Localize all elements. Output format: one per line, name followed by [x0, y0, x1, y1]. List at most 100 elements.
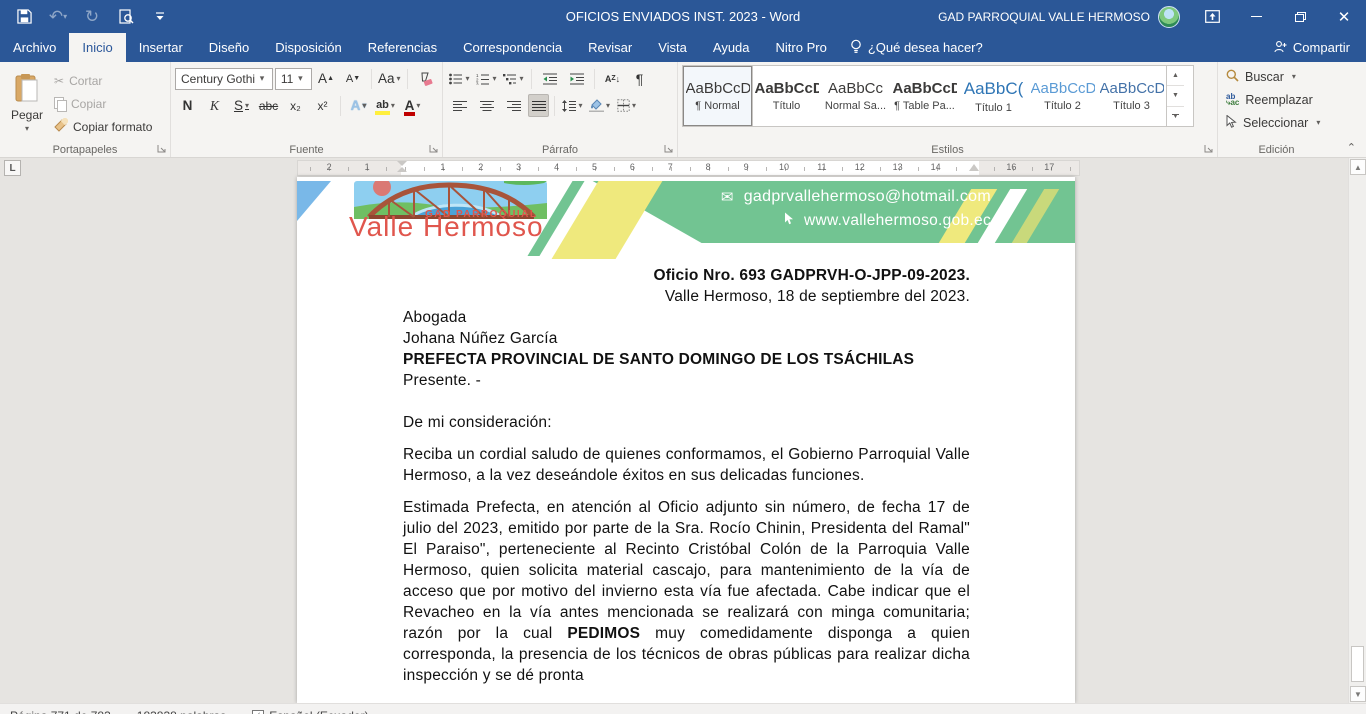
style-titulo[interactable]: AaBbCcD Título	[752, 66, 821, 126]
scroll-down-icon[interactable]: ▼	[1350, 686, 1366, 702]
tab-ayuda[interactable]: Ayuda	[700, 33, 763, 62]
styles-more-icon[interactable]: ▼	[1167, 106, 1184, 126]
minimize-button[interactable]	[1234, 0, 1278, 33]
style-normal[interactable]: AaBbCcD ¶ Normal	[683, 66, 752, 126]
align-center-icon[interactable]	[474, 94, 499, 117]
style-titulo-3[interactable]: AaBbCcD Título 3	[1097, 66, 1166, 126]
banner-website-row: www.vallehermoso.gob.ec	[784, 212, 991, 230]
print-preview-icon[interactable]	[116, 7, 136, 27]
justify-icon[interactable]	[528, 94, 549, 117]
indent-marker-left[interactable]	[397, 161, 407, 172]
tab-diseno[interactable]: Diseño	[196, 33, 262, 62]
tab-inicio[interactable]: Inicio	[69, 33, 125, 62]
decrease-indent-icon[interactable]	[537, 67, 562, 90]
styles-scroll-down-icon[interactable]: ▼	[1167, 85, 1184, 105]
page-indicator[interactable]: Página 771 de 783	[10, 709, 111, 714]
tell-me-box[interactable]: ¿Qué desea hacer?	[840, 33, 993, 62]
group-fuente: Century Gothi ▾ 11 ▾ A▲ A▼ Aa N K S abc …	[170, 62, 442, 157]
strikethrough-button[interactable]: abc	[256, 94, 281, 117]
shrink-font-button[interactable]: A▼	[341, 67, 366, 90]
style-normal-sa[interactable]: AaBbCc Normal Sa...	[821, 66, 890, 126]
tab-insertar[interactable]: Insertar	[126, 33, 196, 62]
increase-indent-icon[interactable]	[564, 67, 589, 90]
tab-archivo[interactable]: Archivo	[0, 33, 69, 62]
word-count[interactable]: 183838 palabras	[137, 709, 226, 714]
customize-quick-access-icon[interactable]	[150, 7, 170, 27]
close-button[interactable]: ✕	[1322, 0, 1366, 33]
styles-scroll-up-icon[interactable]: ▲	[1167, 66, 1184, 85]
dialog-launcher-icon[interactable]	[664, 144, 674, 154]
style-titulo-1[interactable]: AaBbC( Título 1	[959, 66, 1028, 126]
indent-marker-right[interactable]	[969, 164, 979, 171]
format-painter-button[interactable]: Copiar formato	[50, 115, 156, 138]
language-indicator[interactable]: ✓ Español (Ecuador)	[252, 709, 368, 714]
quick-access-toolbar: ↶▾ ↻	[0, 7, 170, 27]
document-page[interactable]: GAD PARROQUIAL Valle Hermoso ✉ gadprvall…	[297, 177, 1075, 703]
avatar[interactable]	[1158, 6, 1180, 28]
find-button[interactable]: Buscar ▾	[1222, 65, 1331, 88]
tab-referencias[interactable]: Referencias	[355, 33, 450, 62]
font-color-button[interactable]: A	[400, 94, 425, 117]
ribbon-display-options-icon[interactable]	[1190, 0, 1234, 33]
tab-stop-selector[interactable]: L	[4, 160, 21, 176]
letter-body[interactable]: Oficio Nro. 693 GADPRVH-O-JPP-09-2023. V…	[403, 265, 970, 686]
sort-icon[interactable]: AZ↓	[600, 67, 625, 90]
ruler-number: 8	[706, 162, 711, 172]
tab-correspondencia[interactable]: Correspondencia	[450, 33, 575, 62]
numbering-icon[interactable]: 123	[474, 67, 499, 90]
multilevel-list-icon[interactable]	[501, 67, 526, 90]
superscript-button[interactable]: x²	[310, 94, 335, 117]
show-marks-icon[interactable]: ¶	[627, 67, 652, 90]
dialog-launcher-icon[interactable]	[1204, 144, 1214, 154]
italic-button[interactable]: K	[202, 94, 227, 117]
ruler-number: 2	[478, 162, 483, 172]
save-icon[interactable]	[14, 7, 34, 27]
change-case-button[interactable]: Aa	[376, 67, 402, 90]
paste-button[interactable]: Pegar ▾	[4, 65, 50, 138]
tab-disposicion[interactable]: Disposición	[262, 33, 354, 62]
bullets-icon[interactable]	[447, 67, 472, 90]
tab-vista[interactable]: Vista	[645, 33, 700, 62]
font-name-combobox[interactable]: Century Gothi ▾	[175, 68, 273, 90]
line-spacing-icon[interactable]	[560, 94, 585, 117]
paragraph-1: Reciba un cordial saludo de quienes conf…	[403, 444, 970, 486]
select-button[interactable]: Seleccionar ▾	[1222, 111, 1331, 134]
ruler-number: 1	[365, 162, 370, 172]
cut-button[interactable]: ✂ Cortar	[50, 69, 156, 92]
font-size-combobox[interactable]: 11 ▾	[275, 68, 312, 90]
text-effects-button[interactable]: A	[346, 94, 371, 117]
dialog-launcher-icon[interactable]	[429, 144, 439, 154]
style-table-pa[interactable]: AaBbCcD ¶ Table Pa...	[890, 66, 959, 126]
underline-button[interactable]: S	[229, 94, 254, 117]
copy-button[interactable]: Copiar	[50, 92, 156, 115]
highlight-button[interactable]: ab	[373, 94, 398, 117]
clear-formatting-button[interactable]	[413, 67, 438, 90]
bold-button[interactable]: N	[175, 94, 200, 117]
grow-font-button[interactable]: A▲	[314, 67, 339, 90]
style-titulo-2[interactable]: AaBbCcD Título 2	[1028, 66, 1097, 126]
tab-nitro-pro[interactable]: Nitro Pro	[763, 33, 840, 62]
horizontal-ruler[interactable]: 2112345678910111213141617	[297, 160, 1080, 176]
collapse-ribbon-icon[interactable]: ⌃	[1347, 141, 1356, 154]
share-person-icon	[1274, 40, 1287, 56]
share-button[interactable]: Compartir	[1258, 33, 1366, 62]
vertical-scrollbar[interactable]: ▲ ▼	[1348, 158, 1366, 703]
shading-icon[interactable]	[587, 94, 612, 117]
account-name[interactable]: GAD PARROQUIAL VALLE HERMOSO	[938, 10, 1150, 24]
scrollbar-thumb[interactable]	[1351, 646, 1364, 682]
recipient-role: PREFECTA PROVINCIAL DE SANTO DOMINGO DE …	[403, 349, 970, 370]
replace-button[interactable]: ab⤷ac Reemplazar	[1222, 88, 1331, 111]
paste-dropdown-arrow[interactable]: ▾	[25, 124, 29, 133]
subscript-button[interactable]: x₂	[283, 94, 308, 117]
restore-button[interactable]	[1278, 0, 1322, 33]
scroll-up-icon[interactable]: ▲	[1350, 159, 1366, 175]
group-label: Edición	[1218, 144, 1335, 156]
chevron-down-icon: ▾	[255, 73, 269, 84]
align-left-icon[interactable]	[447, 94, 472, 117]
align-right-icon[interactable]	[501, 94, 526, 117]
dialog-launcher-icon[interactable]	[157, 144, 167, 154]
svg-text:3: 3	[476, 81, 479, 85]
tab-revisar[interactable]: Revisar	[575, 33, 645, 62]
ruler-number: 1	[440, 162, 445, 172]
borders-icon[interactable]	[614, 94, 639, 117]
